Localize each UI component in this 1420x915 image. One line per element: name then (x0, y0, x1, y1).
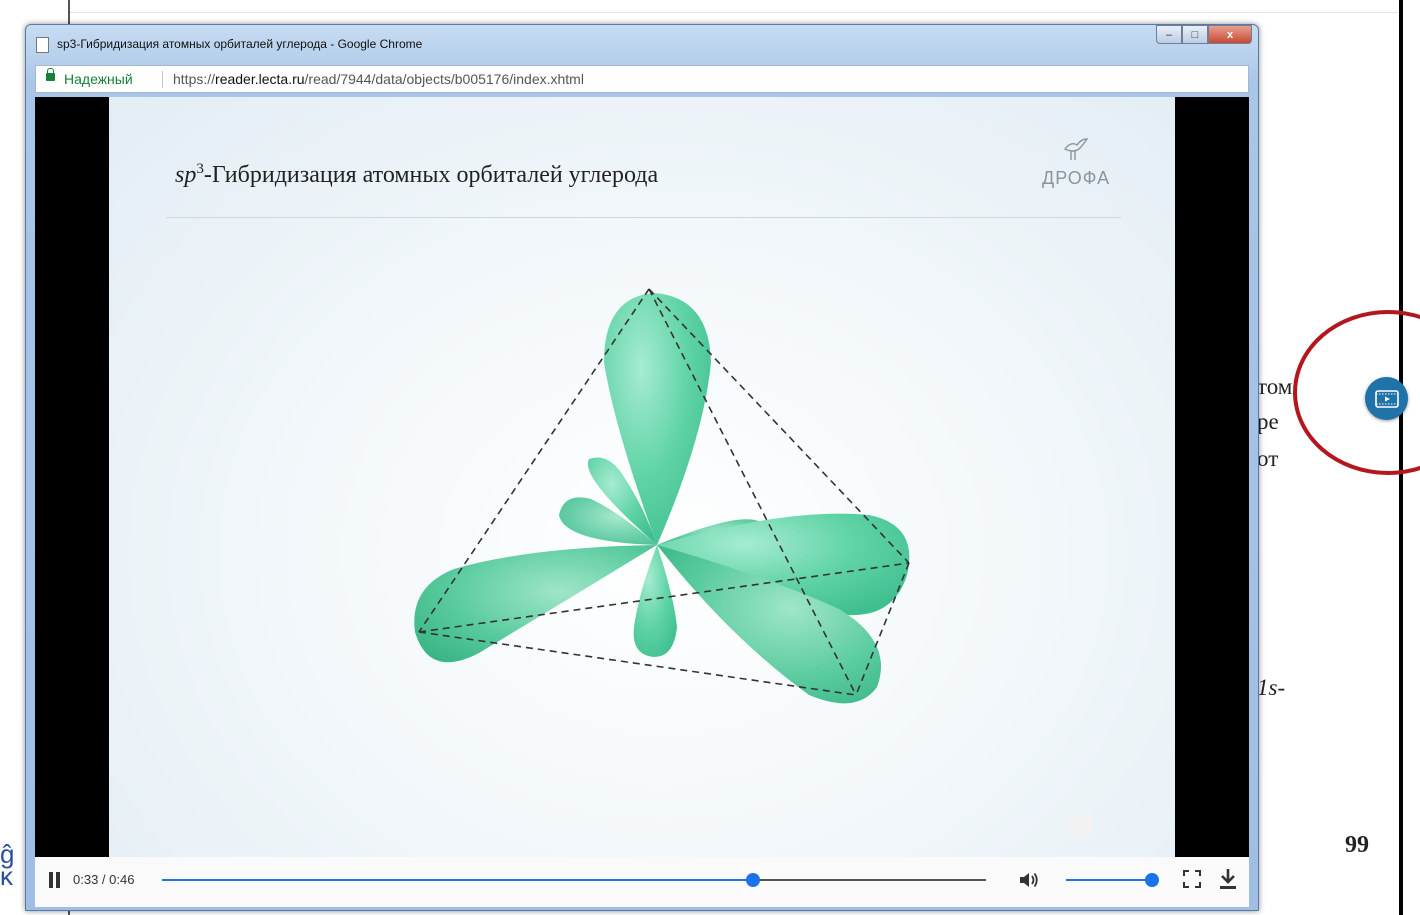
maximize-button[interactable]: □ (1182, 25, 1208, 44)
volume-slider[interactable] (1066, 873, 1159, 887)
browser-window: sp3-Гибридизация атомных орбиталей углер… (25, 24, 1259, 911)
volume-thumb[interactable] (1145, 873, 1159, 887)
window-controls: – □ x (1156, 25, 1252, 45)
book-text-fragment: от (1257, 446, 1279, 471)
url-host: reader.lecta.ru (215, 71, 305, 87)
pause-icon[interactable] (49, 872, 61, 888)
address-separator (162, 71, 163, 88)
url-scheme: https:// (173, 71, 216, 87)
secure-label[interactable]: Надежный (64, 71, 133, 87)
seek-thumb[interactable] (746, 873, 761, 887)
book-text-fragment: том (1257, 374, 1293, 399)
page-number: 99 (1345, 832, 1369, 858)
book-text-fragment: ре (1257, 409, 1279, 434)
book-text-fragment: 1s- (1257, 675, 1286, 700)
url-path: /read/7944/data/objects/b005176/index.xh… (304, 71, 584, 87)
orbital-lobe-left (414, 545, 657, 663)
page-top-rule (70, 0, 1399, 13)
url-text[interactable]: https://reader.lecta.ru/read/7944/data/o… (173, 71, 584, 87)
close-button[interactable]: x (1208, 25, 1252, 44)
minimize-button[interactable]: – (1156, 25, 1182, 44)
window-title: sp3-Гибридизация атомных орбиталей углер… (57, 37, 423, 51)
page-icon (36, 37, 49, 53)
video-frame[interactable]: sp3-Гибридизация атомных орбиталей углер… (109, 97, 1175, 857)
volume-level (1066, 879, 1152, 881)
page-edge-glyph: ĝ ĸ (0, 839, 15, 891)
address-bar[interactable]: Надежный https://reader.lecta.ru/read/79… (35, 65, 1249, 93)
video-overlay-square (1070, 815, 1092, 837)
download-icon[interactable] (1218, 868, 1238, 890)
seek-bar[interactable] (162, 873, 986, 887)
time-display: 0:33 / 0:46 (73, 872, 135, 887)
fullscreen-icon[interactable] (1183, 870, 1201, 888)
time-total: 0:46 (109, 872, 135, 887)
sp3-orbital-diagram (414, 288, 910, 704)
volume-icon[interactable] (1018, 870, 1040, 890)
title-bar[interactable]: sp3-Гибридизация атомных орбиталей углер… (26, 25, 1258, 59)
video-player[interactable]: sp3-Гибридизация атомных орбиталей углер… (35, 97, 1249, 907)
time-current: 0:33 (73, 872, 99, 887)
player-controls: 0:33 / 0:46 (35, 857, 1249, 907)
seek-progress (162, 879, 754, 881)
lock-icon[interactable] (46, 68, 55, 81)
